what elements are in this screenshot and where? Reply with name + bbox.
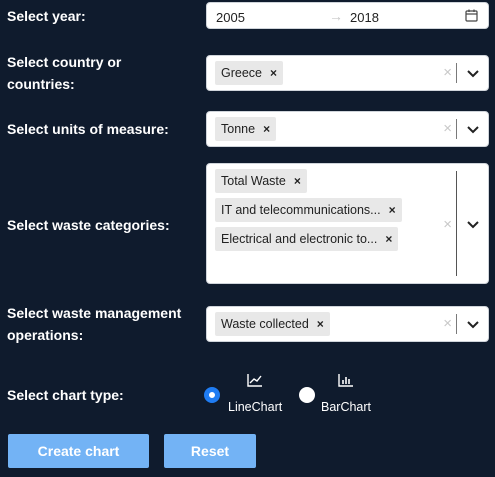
- year-label: Select year:: [7, 8, 86, 24]
- units-label: Select units of measure:: [7, 121, 169, 137]
- operations-label-line2: operations:: [7, 327, 84, 343]
- clear-icon[interactable]: ×: [443, 120, 452, 137]
- tag-label: Greece: [221, 66, 262, 80]
- chart-type-label: Select chart type:: [7, 387, 124, 403]
- reset-button[interactable]: Reset: [164, 434, 256, 468]
- tag-label: Tonne: [221, 122, 256, 136]
- separator: [456, 119, 457, 139]
- operations-select[interactable]: Waste collected × ×: [206, 306, 489, 342]
- clear-icon[interactable]: ×: [443, 315, 452, 332]
- clear-icon[interactable]: ×: [443, 64, 452, 81]
- chevron-down-icon[interactable]: [466, 67, 480, 81]
- chevron-down-icon[interactable]: [466, 218, 480, 232]
- tag-greece: Greece ×: [215, 61, 284, 85]
- barchart-label[interactable]: BarChart: [321, 400, 371, 414]
- remove-tag-icon[interactable]: ×: [317, 317, 324, 331]
- operations-label: Select waste management operations:: [7, 302, 181, 346]
- remove-tag-icon[interactable]: ×: [270, 66, 277, 80]
- calendar-icon[interactable]: [465, 9, 478, 22]
- bar-chart-icon: [338, 374, 353, 387]
- line-chart-icon: [247, 374, 262, 387]
- year-to[interactable]: 2018: [350, 10, 379, 25]
- tag-label: Electrical and electronic to...: [221, 232, 378, 246]
- linechart-label[interactable]: LineChart: [228, 400, 282, 414]
- operations-label-line1: Select waste management: [7, 305, 182, 321]
- remove-tag-icon[interactable]: ×: [389, 203, 396, 217]
- tag-label: IT and telecommunications...: [221, 203, 381, 217]
- tag-label: Waste collected: [221, 317, 309, 331]
- waste-categories-label: Select waste categories:: [7, 217, 170, 233]
- waste-categories-select[interactable]: Total Waste × IT and telecommunications..…: [206, 163, 489, 284]
- chevron-down-icon[interactable]: [466, 123, 480, 137]
- range-arrow: →: [329, 8, 343, 24]
- tag-tonne: Tonne ×: [215, 117, 277, 141]
- separator: [456, 63, 457, 83]
- clear-icon[interactable]: ×: [443, 216, 452, 233]
- units-select[interactable]: Tonne × ×: [206, 111, 489, 147]
- country-label-line2: countries:: [7, 76, 75, 92]
- remove-tag-icon[interactable]: ×: [294, 174, 301, 188]
- remove-tag-icon[interactable]: ×: [385, 232, 392, 246]
- separator: [456, 314, 457, 334]
- country-select[interactable]: Greece × ×: [206, 55, 489, 91]
- country-label: Select country or countries:: [7, 51, 121, 95]
- barchart-radio[interactable]: [299, 387, 315, 403]
- chevron-down-icon[interactable]: [466, 318, 480, 332]
- create-chart-button[interactable]: Create chart: [8, 434, 149, 468]
- tag-waste-collected: Waste collected ×: [215, 312, 330, 336]
- country-label-line1: Select country or: [7, 54, 122, 70]
- separator: [456, 171, 457, 276]
- tag-label: Total Waste: [221, 174, 286, 188]
- year-from[interactable]: 2005: [216, 10, 245, 25]
- tag-it-telecom: IT and telecommunications... ×: [215, 198, 402, 222]
- tag-total-waste: Total Waste ×: [215, 169, 307, 193]
- linechart-radio[interactable]: [204, 387, 220, 403]
- year-range-picker[interactable]: 2005 → 2018: [206, 2, 489, 29]
- tag-electrical: Electrical and electronic to... ×: [215, 227, 399, 251]
- remove-tag-icon[interactable]: ×: [263, 122, 270, 136]
